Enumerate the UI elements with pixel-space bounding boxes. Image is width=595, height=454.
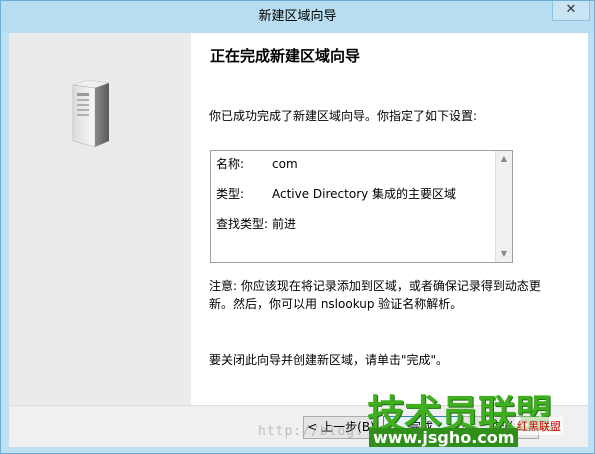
window-title: 新建区域向导 <box>258 9 337 24</box>
summary-label: 名称: <box>216 157 245 171</box>
summary-label: 查找类型: <box>216 217 269 231</box>
closing-instruction: 要关闭此向导并创建新区域，请单击"完成"。 <box>209 353 449 367</box>
close-button[interactable]: ✕ <box>552 1 590 21</box>
wizard-side-panel <box>9 33 191 405</box>
summary-value: Active Directory 集成的主要区域 <box>272 187 457 201</box>
summary-scrollbar[interactable]: ▲ ▼ <box>495 151 512 262</box>
summary-row-name: 名称: com <box>216 155 298 172</box>
summary-value: com <box>272 157 298 171</box>
watermark-logo-url: www.jsgho.com <box>369 428 519 447</box>
server-icon <box>72 79 110 148</box>
summary-label: 类型: <box>216 187 245 201</box>
scroll-down-icon[interactable]: ▼ <box>496 246 512 262</box>
intro-text: 你已成功完成了新建区域向导。你指定了如下设置: <box>209 109 478 123</box>
summary-row-lookup: 查找类型: 前进 <box>216 215 296 232</box>
scroll-up-icon[interactable]: ▲ <box>496 151 512 167</box>
watermark-logo: 技术员联盟 红黑联盟 www.jsgho.com <box>367 383 593 451</box>
close-icon: ✕ <box>565 2 577 17</box>
summary-value: 前进 <box>272 217 297 231</box>
watermark-logo-red-text: 红黑联盟 <box>515 417 563 435</box>
settings-summary-box[interactable]: 名称: com 类型: Active Directory 集成的主要区域 查找类型:… <box>210 150 513 263</box>
watermark-url: http://blog. <box>258 424 364 439</box>
wizard-main-panel: 正在完成新建区域向导 你已成功完成了新建区域向导。你指定了如下设置: 名称: co… <box>191 33 588 405</box>
summary-row-type: 类型: Active Directory 集成的主要区域 <box>216 185 456 202</box>
note-text: 注意: 你应该现在将记录添加到区域，或者确保记录得到动态更新。然后，你可以用 n… <box>209 279 541 311</box>
title-bar[interactable]: 新建区域向导 ✕ <box>1 1 594 33</box>
page-title: 正在完成新建区域向导 <box>210 47 361 65</box>
